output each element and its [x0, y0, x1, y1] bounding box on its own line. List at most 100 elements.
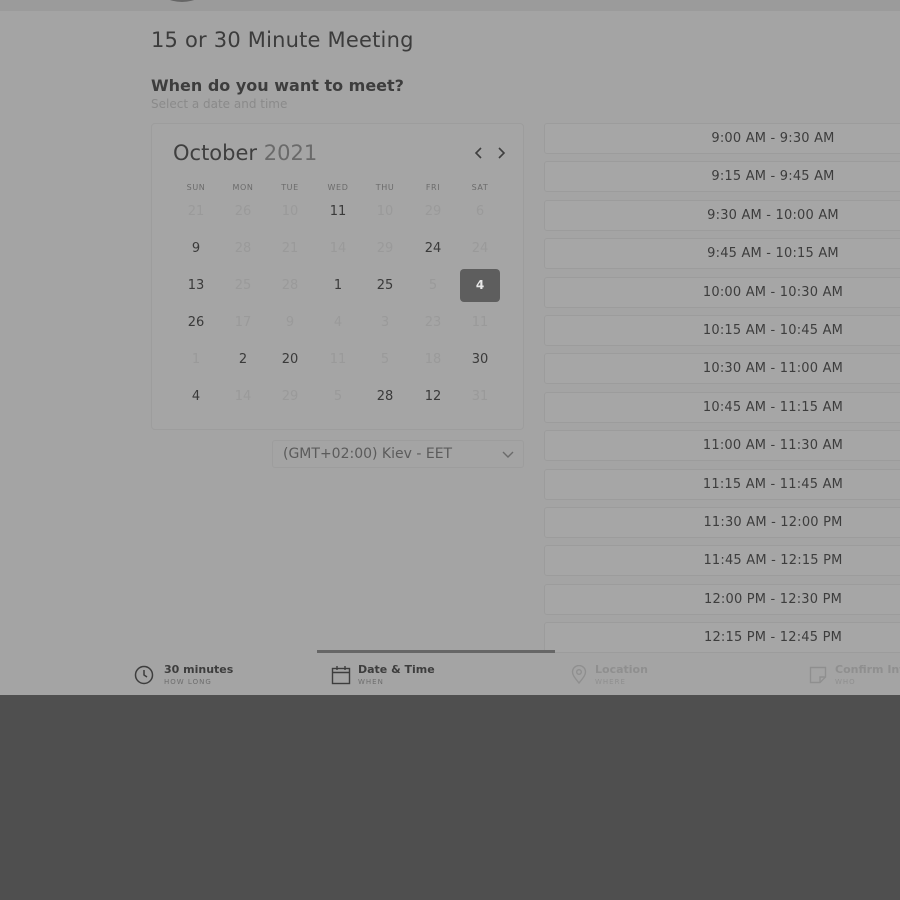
calendar-day[interactable]: 23	[413, 306, 453, 339]
calendar-day[interactable]: 21	[176, 195, 216, 228]
calendar-day[interactable]: 28	[365, 380, 405, 413]
calendar-day[interactable]: 17	[223, 306, 263, 339]
time-slot-button[interactable]: 10:30 AM - 11:00 AM	[544, 353, 900, 385]
calendar-day[interactable]: 13	[176, 269, 216, 302]
step-title: Confirm Info	[835, 663, 900, 676]
calendar-day[interactable]: 24	[413, 232, 453, 265]
booking-steps: 30 minutes HOW LONG Date & Time WHEN Loc…	[0, 653, 900, 695]
calendar-day[interactable]: 28	[223, 232, 263, 265]
calendar-day[interactable]: 10	[365, 195, 405, 228]
weekday-label: TUE	[281, 183, 299, 192]
time-slot-label: 11:15 AM - 11:45 AM	[702, 476, 844, 492]
calendar-day[interactable]: 21	[270, 232, 310, 265]
weekday-label: SUN	[186, 183, 206, 192]
time-slot-button[interactable]: 10:00 AM - 10:30 AM	[544, 276, 900, 308]
time-slot-label: 11:30 AM - 12:00 PM	[703, 515, 843, 530]
time-slot-label: 10:30 AM - 11:00 AM	[702, 361, 844, 377]
step-date-time[interactable]: Date & Time WHEN	[331, 653, 481, 695]
chevron-left-icon	[474, 147, 482, 159]
calendar-month-title: October 2021	[173, 141, 317, 165]
timezone-select[interactable]: (GMT+02:00) Kiev - EET	[272, 440, 524, 468]
time-slot-label: 12:15 PM - 12:45 PM	[703, 630, 843, 646]
time-slot-button[interactable]: 11:30 AM - 12:00 PM	[544, 507, 900, 538]
calendar-day[interactable]: 10	[270, 195, 310, 228]
calendar-day[interactable]: 26	[176, 306, 216, 339]
weekday-label: THU	[375, 183, 395, 192]
step-subtitle: WHERE	[595, 678, 626, 686]
calendar-day[interactable]: 26	[223, 195, 263, 228]
calendar-day[interactable]: 29	[270, 380, 310, 413]
time-slot-button[interactable]: 12:00 PM - 12:30 PM	[544, 583, 900, 615]
time-slot-button[interactable]: 11:45 AM - 12:15 PM	[544, 545, 900, 577]
calendar-day[interactable]: 4	[176, 380, 216, 413]
calendar-day[interactable]: 18	[413, 343, 453, 376]
weekday-label: FRI	[425, 183, 441, 192]
calendar-day[interactable]: 30	[460, 343, 500, 376]
time-slot-button[interactable]: 9:15 AM - 9:45 AM	[544, 161, 900, 193]
time-slot-button[interactable]: 9:30 AM - 10:00 AM	[544, 199, 900, 231]
calendar-icon	[331, 666, 351, 685]
section-subheading: Select a date and time	[151, 97, 288, 111]
calendar-day[interactable]: 29	[365, 232, 405, 265]
timezone-value: (GMT+02:00) Kiev - EET	[283, 446, 453, 462]
calendar-day[interactable]: 1	[176, 343, 216, 376]
calendar-day-selected[interactable]: 4	[460, 269, 500, 302]
calendar-day[interactable]: 28	[270, 269, 310, 302]
step-duration[interactable]: 30 minutes HOW LONG	[134, 653, 284, 695]
calendar-day[interactable]: 5	[413, 269, 453, 302]
time-slot-label: 9:45 AM - 10:15 AM	[707, 246, 839, 262]
time-slot-label: 10:15 AM - 10:45 AM	[702, 323, 844, 338]
step-location[interactable]: Location WHERE	[569, 653, 719, 695]
calendar-day[interactable]: 9	[270, 306, 310, 339]
step-title: Location	[595, 663, 648, 676]
calendar-day[interactable]: 1	[318, 269, 358, 302]
calendar-day[interactable]: 25	[223, 269, 263, 302]
time-slot-label: 9:00 AM - 9:30 AM	[711, 131, 835, 146]
calendar-day[interactable]: 6	[460, 195, 500, 228]
calendar-day[interactable]: 29	[413, 195, 453, 228]
time-slot-button[interactable]: 11:00 AM - 11:30 AM	[544, 430, 900, 462]
calendar-day[interactable]: 11	[460, 306, 500, 339]
step-title: Date & Time	[358, 663, 435, 676]
calendar-day[interactable]: 11	[318, 195, 358, 228]
weekday-label: SAT	[471, 183, 489, 192]
step-confirm-info[interactable]: Confirm Info WHO	[808, 653, 900, 695]
calendar-day[interactable]: 9	[176, 232, 216, 265]
calendar-day[interactable]: 14	[223, 380, 263, 413]
location-pin-icon	[571, 665, 587, 685]
calendar-day[interactable]: 5	[365, 343, 405, 376]
calendar-day[interactable]: 2	[223, 343, 263, 376]
chevron-down-icon	[502, 451, 514, 458]
calendar-year: 2021	[263, 141, 318, 165]
calendar-day[interactable]: 12	[413, 380, 453, 413]
prev-month-button[interactable]	[471, 146, 487, 162]
calendar-day[interactable]: 20	[270, 343, 310, 376]
next-month-button[interactable]	[493, 146, 509, 162]
step-subtitle: WHO	[835, 678, 856, 686]
page-title: 15 or 30 Minute Meeting	[151, 28, 414, 52]
weekday-label: MON	[232, 183, 254, 192]
step-subtitle: HOW LONG	[164, 678, 212, 686]
calendar: October 2021 SUN MON TUE WED THU FRI SAT 21 26 10…	[151, 123, 524, 430]
calendar-day[interactable]: 31	[460, 380, 500, 413]
calendar-day[interactable]: 25	[365, 269, 405, 302]
time-slot-button[interactable]: 12:15 PM - 12:45 PM	[544, 622, 900, 654]
calendar-month: October	[173, 141, 258, 165]
calendar-day[interactable]: 4	[318, 306, 358, 339]
calendar-day[interactable]: 24	[460, 232, 500, 265]
step-subtitle: WHEN	[358, 678, 384, 686]
calendar-day[interactable]: 14	[318, 232, 358, 265]
time-slot-button[interactable]: 11:15 AM - 11:45 AM	[544, 468, 900, 500]
calendar-day[interactable]: 11	[318, 343, 358, 376]
time-slot-label: 11:45 AM - 12:15 PM	[703, 553, 843, 569]
time-slot-label: 9:30 AM - 10:00 AM	[707, 207, 839, 223]
time-slot-button[interactable]: 10:15 AM - 10:45 AM	[544, 315, 900, 346]
calendar-day[interactable]: 3	[365, 306, 405, 339]
time-slot-button[interactable]: 10:45 AM - 11:15 AM	[544, 391, 900, 423]
time-slot-label: 12:00 PM - 12:30 PM	[703, 591, 843, 607]
clock-icon	[134, 665, 154, 685]
calendar-day[interactable]: 5	[318, 380, 358, 413]
time-slot-button[interactable]: 9:45 AM - 10:15 AM	[544, 238, 900, 270]
booking-panel: 15 or 30 Minute Meeting When do you want…	[0, 0, 900, 695]
time-slot-button[interactable]: 9:00 AM - 9:30 AM	[544, 123, 900, 154]
